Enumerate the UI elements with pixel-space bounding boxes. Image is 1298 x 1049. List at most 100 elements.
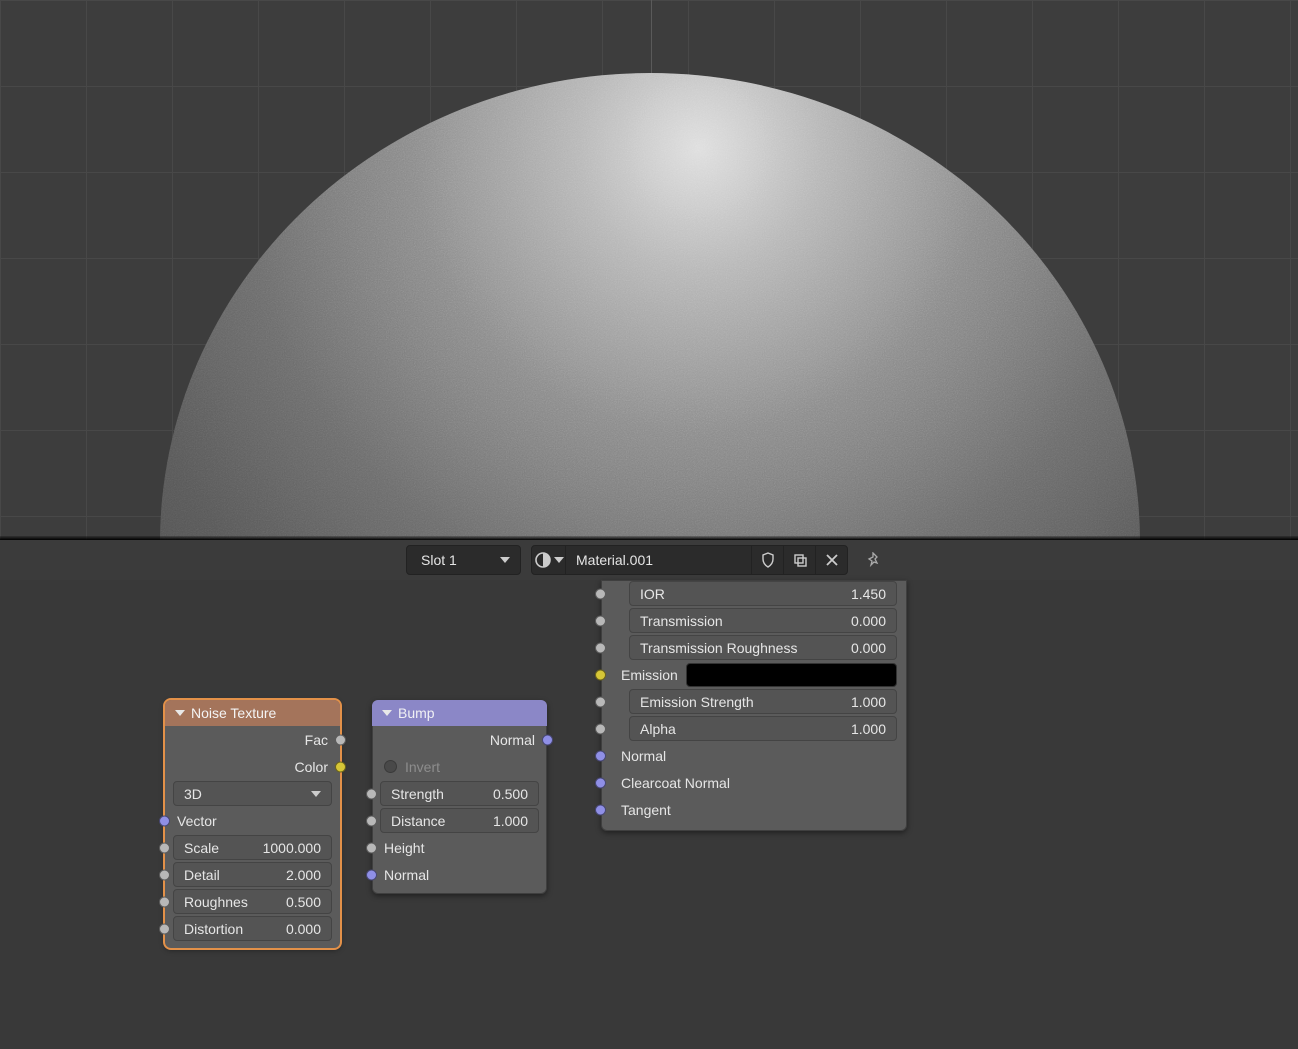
field-value: 0.000: [851, 640, 886, 656]
socket-icon[interactable]: [366, 815, 377, 826]
input-emission-strength[interactable]: Emission Strength1.000: [601, 688, 907, 715]
input-normal[interactable]: Normal: [372, 861, 547, 888]
input-tangent[interactable]: Tangent: [601, 796, 907, 823]
socket-label: Fac: [305, 732, 328, 748]
output-normal[interactable]: Normal: [372, 726, 547, 753]
shield-icon: [760, 552, 776, 568]
input-normal[interactable]: Normal: [601, 742, 907, 769]
checkbox-icon: [384, 760, 397, 773]
output-fac[interactable]: Fac: [165, 726, 340, 753]
field-label: Alpha: [640, 721, 676, 737]
chevron-down-icon: [500, 557, 510, 563]
field-label: Transmission Roughness: [640, 640, 797, 656]
socket-icon[interactable]: [335, 734, 346, 745]
socket-icon[interactable]: [595, 804, 606, 815]
principled-bsdf-node[interactable]: IOR1.450Transmission0.000Transmission Ro…: [601, 580, 907, 831]
field-value: 1.000: [851, 721, 886, 737]
material-name-field[interactable]: Material.001: [566, 545, 751, 575]
dropdown-value: 3D: [184, 786, 202, 802]
socket-label: Normal: [384, 867, 429, 883]
fake-user-button[interactable]: [751, 545, 783, 575]
field-label: Distance: [391, 813, 445, 829]
pin-icon: [867, 552, 883, 568]
output-color[interactable]: Color: [165, 753, 340, 780]
bump-node[interactable]: Bump Normal Invert Strength0.500 Distanc…: [372, 700, 547, 894]
unlink-material-button[interactable]: [815, 545, 847, 575]
material-icon: [534, 551, 552, 569]
pin-button[interactable]: [858, 545, 892, 575]
copy-icon: [792, 552, 808, 568]
node-editor[interactable]: IOR1.450Transmission0.000Transmission Ro…: [0, 580, 1298, 1049]
socket-icon[interactable]: [595, 669, 606, 680]
input-transmission[interactable]: Transmission 0.000: [601, 607, 907, 634]
socket-icon[interactable]: [366, 842, 377, 853]
input-distance[interactable]: Distance 1.000: [372, 807, 547, 834]
dimensions-dropdown[interactable]: 3D: [165, 780, 340, 807]
input-strength[interactable]: Strength0.500: [372, 780, 547, 807]
socket-icon[interactable]: [159, 896, 170, 907]
node-header[interactable]: Bump: [372, 700, 547, 726]
input-clearcoat-normal[interactable]: Clearcoat Normal: [601, 769, 907, 796]
field-label: Transmission: [640, 613, 723, 629]
field-value: 1.000: [851, 694, 886, 710]
field-value: 1000.000: [263, 840, 321, 856]
socket-icon[interactable]: [159, 815, 170, 826]
duplicate-material-button[interactable]: [783, 545, 815, 575]
socket-icon[interactable]: [595, 696, 606, 707]
socket-icon[interactable]: [159, 869, 170, 880]
input-detail[interactable]: Detail 2.000: [165, 861, 340, 888]
input-emission[interactable]: Emission: [601, 661, 907, 688]
input-ior[interactable]: IOR 1.450: [601, 580, 907, 607]
field-label: Distortion: [184, 921, 243, 937]
socket-icon[interactable]: [595, 588, 606, 599]
node-header[interactable]: Noise Texture: [165, 700, 340, 726]
socket-icon[interactable]: [595, 723, 606, 734]
field-value: 1.450: [851, 586, 886, 602]
field-value: 1.000: [493, 813, 528, 829]
socket-icon[interactable]: [366, 788, 377, 799]
socket-icon[interactable]: [595, 615, 606, 626]
material-slot-dropdown[interactable]: Slot 1: [406, 545, 521, 575]
socket-icon[interactable]: [595, 642, 606, 653]
field-value: 0.500: [493, 786, 528, 802]
chevron-down-icon: [311, 791, 321, 797]
material-name: Material.001: [576, 552, 653, 568]
field-value: 2.000: [286, 867, 321, 883]
node-editor-header: Slot 1 Material.001: [0, 540, 1298, 580]
viewport-3d[interactable]: [0, 0, 1298, 540]
noise-texture-node[interactable]: Noise Texture Fac Color 3D Vector Scale 1…: [165, 700, 340, 948]
input-vector[interactable]: Vector: [165, 807, 340, 834]
collapse-icon: [175, 710, 185, 716]
socket-icon[interactable]: [366, 869, 377, 880]
socket-label: Emission: [621, 667, 678, 683]
field-value: 0.000: [851, 613, 886, 629]
input-alpha[interactable]: Alpha 1.000: [601, 715, 907, 742]
socket-icon[interactable]: [159, 923, 170, 934]
socket-icon[interactable]: [159, 842, 170, 853]
material-browse-button[interactable]: [532, 545, 566, 575]
close-icon: [825, 553, 839, 567]
socket-icon[interactable]: [595, 777, 606, 788]
collapse-icon: [382, 710, 392, 716]
field-label: Scale: [184, 840, 219, 856]
socket-label: Tangent: [621, 802, 671, 818]
socket-label: Normal: [490, 732, 535, 748]
checkbox-label: Invert: [405, 759, 440, 775]
input-distortion[interactable]: Distortion0.000: [165, 915, 340, 942]
invert-checkbox[interactable]: Invert: [372, 753, 547, 780]
socket-label: Vector: [177, 813, 217, 829]
input-roughness[interactable]: Roughnes0.500: [165, 888, 340, 915]
input-height[interactable]: Height: [372, 834, 547, 861]
color-swatch[interactable]: [686, 663, 897, 687]
field-label: Detail: [184, 867, 220, 883]
socket-icon[interactable]: [542, 734, 553, 745]
input-scale[interactable]: Scale 1000.000: [165, 834, 340, 861]
slot-label: Slot 1: [421, 552, 457, 568]
input-transmission-roughness[interactable]: Transmission Roughness 0.000: [601, 634, 907, 661]
field-label: IOR: [640, 586, 665, 602]
chevron-down-icon: [554, 557, 564, 563]
socket-icon[interactable]: [335, 761, 346, 772]
field-label: Roughnes: [184, 894, 248, 910]
socket-icon[interactable]: [595, 750, 606, 761]
node-title: Noise Texture: [191, 705, 276, 721]
